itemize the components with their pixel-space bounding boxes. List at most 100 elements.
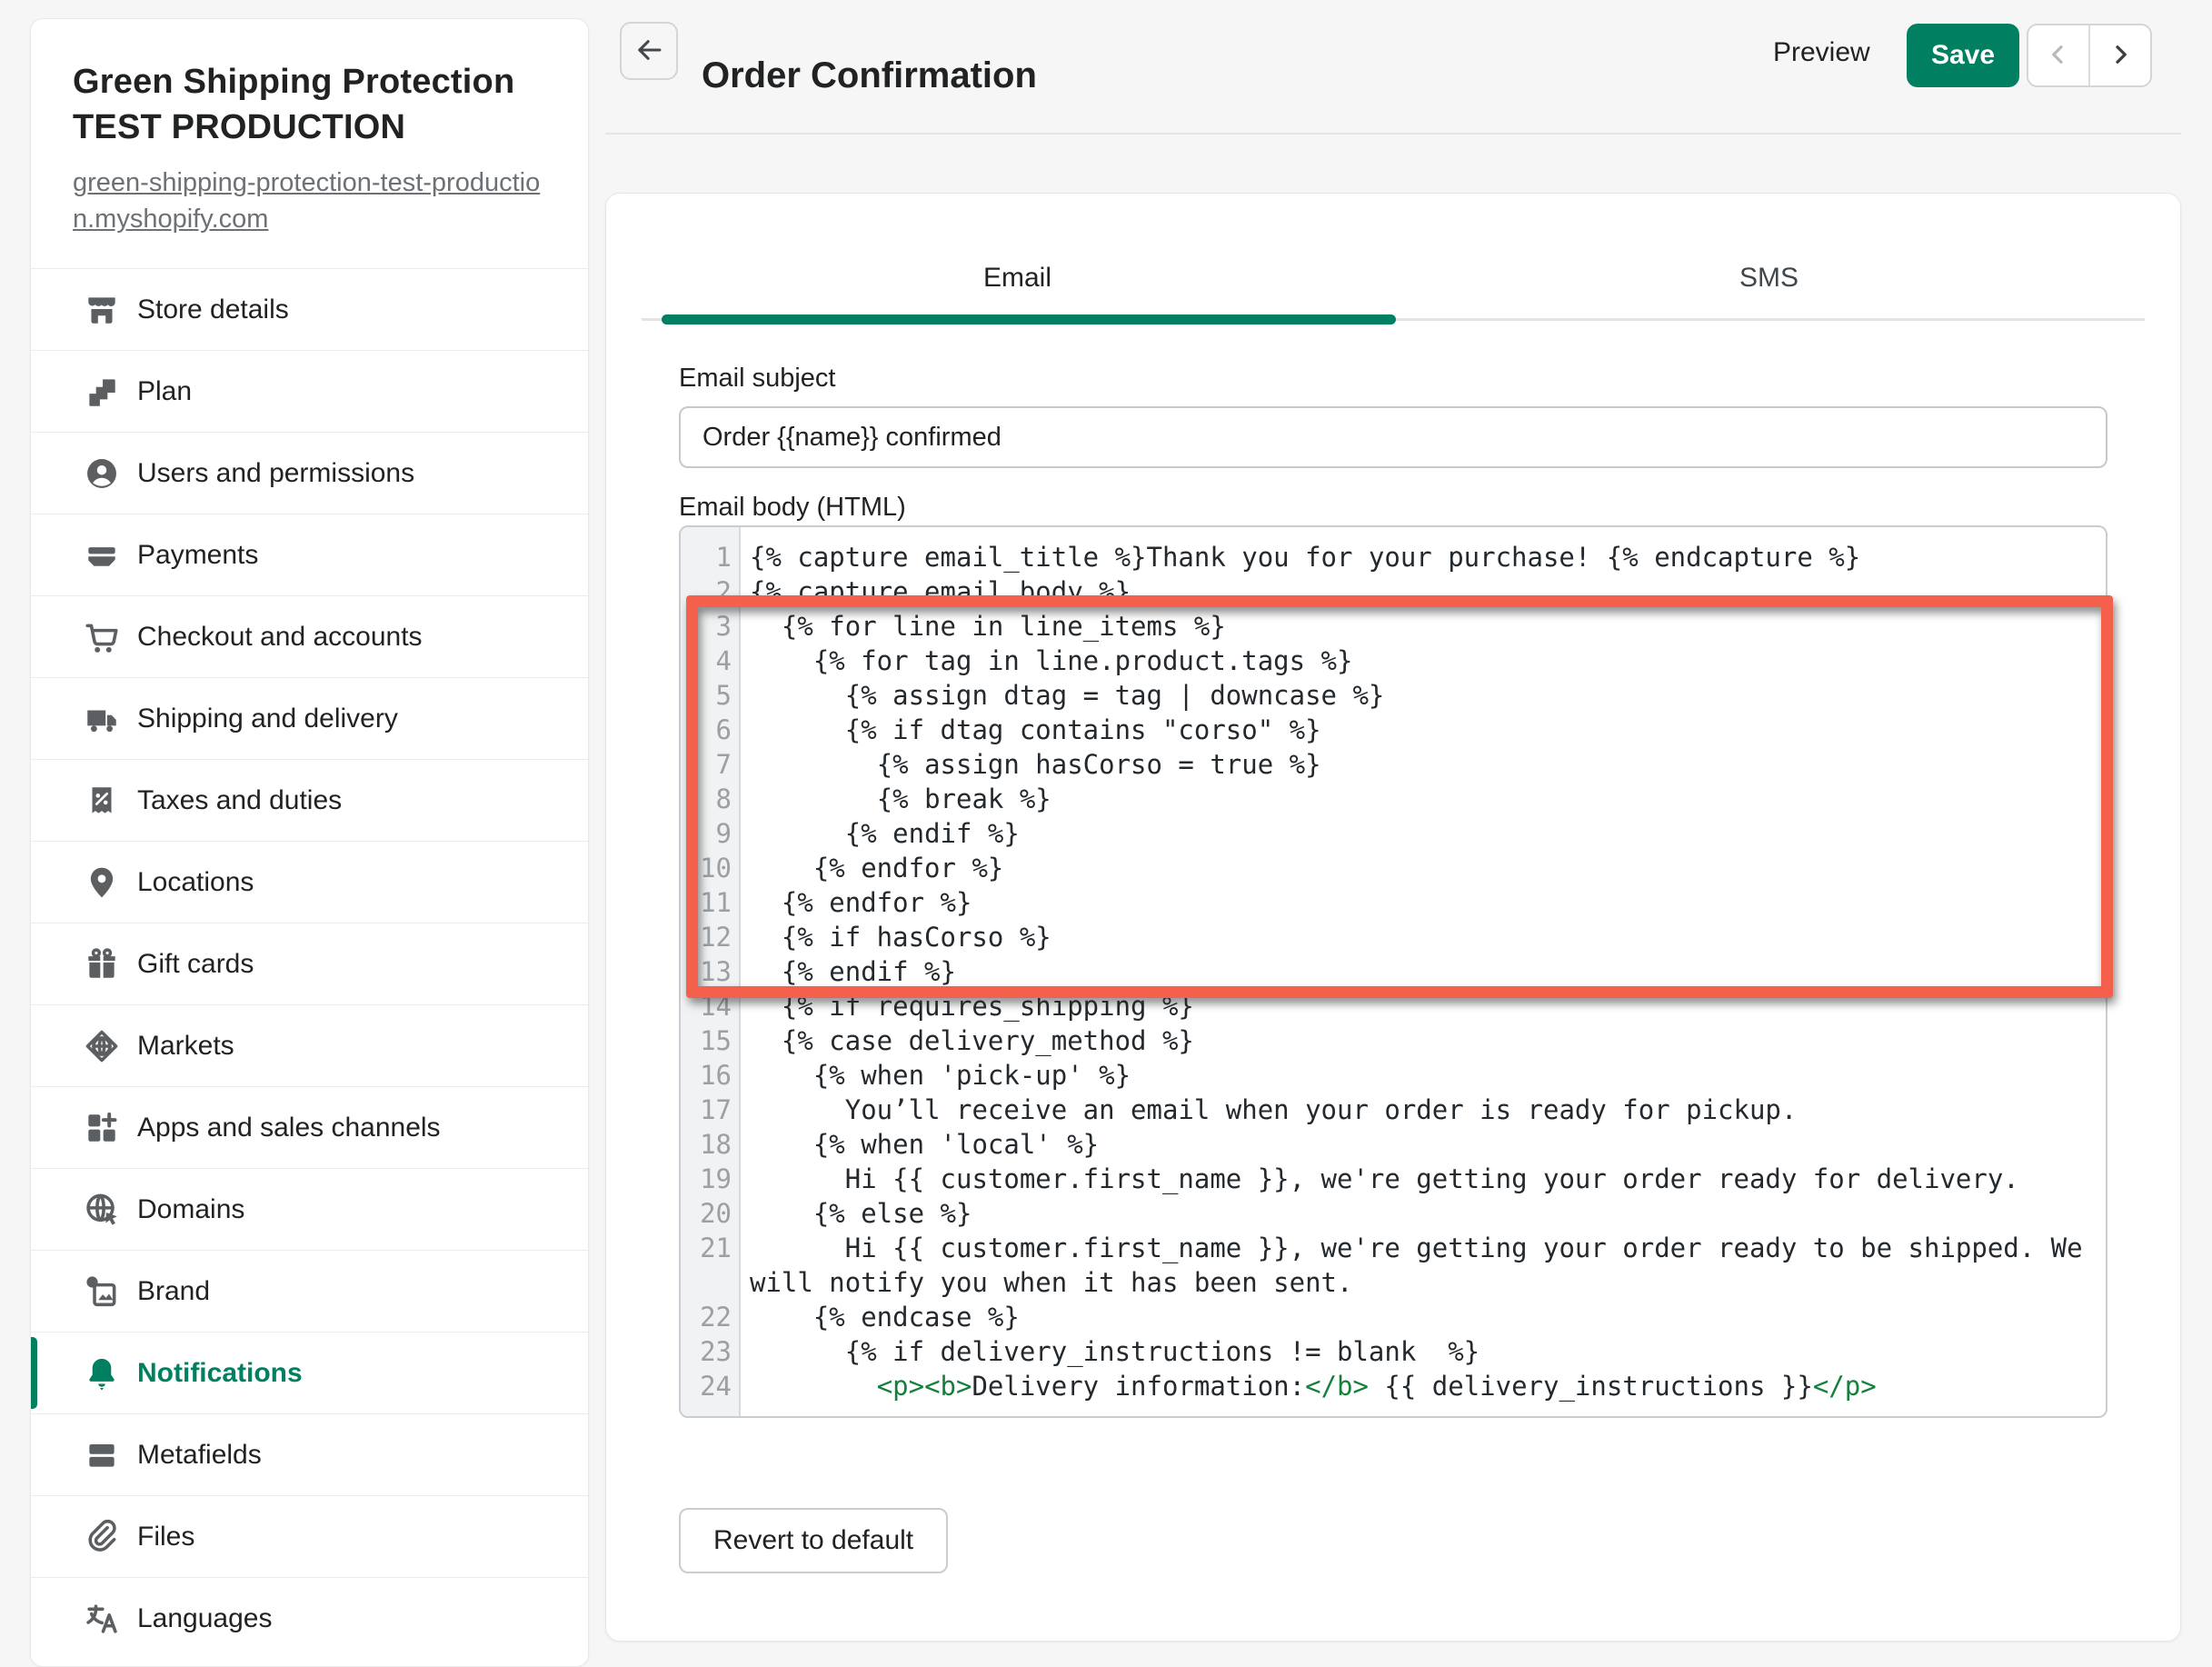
- code-line-16: 16 {% when 'pick-up' %}: [681, 1058, 2106, 1093]
- sidebar-item-label: Payments: [137, 540, 258, 571]
- code-text: Hi {{ customer.first_name }}, we're gett…: [741, 1231, 2106, 1300]
- payments-icon: [81, 534, 123, 576]
- email-subject-label: Email subject: [679, 363, 2107, 394]
- sidebar-item-locations[interactable]: Locations: [31, 841, 588, 923]
- sidebar-item-label: Domains: [137, 1194, 244, 1225]
- next-template-button[interactable]: [2088, 25, 2150, 85]
- sidebar-item-languages[interactable]: Languages: [31, 1577, 588, 1659]
- sidebar-item-shipping-and-delivery[interactable]: Shipping and delivery: [31, 677, 588, 759]
- code-text: {% case delivery_method %}: [741, 1023, 2106, 1058]
- line-number: 2: [681, 574, 741, 609]
- code-line-5: 5 {% assign dtag = tag | downcase %}: [681, 678, 2106, 713]
- line-number: 7: [681, 747, 741, 782]
- sidebar-item-payments[interactable]: Payments: [31, 514, 588, 595]
- sidebar-item-label: Plan: [137, 376, 192, 407]
- code-text: {% endfor %}: [741, 885, 2106, 920]
- sidebar-item-store-details[interactable]: Store details: [31, 268, 588, 350]
- sidebar-item-metafields[interactable]: Metafields: [31, 1413, 588, 1495]
- chevron-left-icon: [2045, 41, 2072, 71]
- line-number: 14: [681, 989, 741, 1023]
- line-number: 12: [681, 920, 741, 954]
- line-number: 9: [681, 816, 741, 851]
- code-text: {% assign hasCorso = true %}: [741, 747, 2106, 782]
- sidebar-item-users-and-permissions[interactable]: Users and permissions: [31, 432, 588, 514]
- code-line-24: 24 <p><b>Delivery information:</b> {{ de…: [681, 1369, 2106, 1403]
- save-button[interactable]: Save: [1907, 24, 2019, 87]
- code-line-2: 2{% capture email_body %}: [681, 574, 2106, 609]
- gift-icon: [81, 943, 123, 985]
- tab-email[interactable]: Email: [642, 263, 1393, 294]
- sidebar-item-apps-and-sales-channels[interactable]: Apps and sales channels: [31, 1086, 588, 1168]
- sidebar-item-label: Metafields: [137, 1440, 262, 1471]
- code-line-14: 14 {% if requires_shipping %}: [681, 989, 2106, 1023]
- sidebar-item-label: Apps and sales channels: [137, 1113, 441, 1143]
- code-text: {% capture email_body %}: [741, 574, 2106, 609]
- sidebar-item-label: Locations: [137, 867, 254, 898]
- code-line-23: 23 {% if delivery_instructions != blank …: [681, 1334, 2106, 1369]
- shopify-notification-settings-page: { "store": { "name": "Green Shipping Pro…: [0, 0, 2212, 1667]
- code-text: {% when 'local' %}: [741, 1127, 2106, 1162]
- sidebar-item-label: Gift cards: [137, 949, 254, 980]
- sidebar-item-notifications[interactable]: Notifications: [31, 1332, 588, 1413]
- line-number: 8: [681, 782, 741, 816]
- chevron-right-icon: [2107, 41, 2134, 71]
- revert-to-default-button[interactable]: Revert to default: [679, 1508, 948, 1573]
- sidebar-item-label: Checkout and accounts: [137, 622, 423, 653]
- line-number: 17: [681, 1093, 741, 1127]
- sidebar-item-domains[interactable]: Domains: [31, 1168, 588, 1250]
- code-text: {% for tag in line.product.tags %}: [741, 644, 2106, 678]
- sidebar-item-markets[interactable]: Markets: [31, 1004, 588, 1086]
- sidebar-item-label: Brand: [137, 1276, 210, 1307]
- code-line-3: 3 {% for line in line_items %}: [681, 609, 2106, 644]
- cart-icon: [81, 616, 123, 658]
- sidebar-item-taxes-and-duties[interactable]: Taxes and duties: [31, 759, 588, 841]
- channel-tabs: Email SMS: [642, 194, 2145, 326]
- code-text: {% assign dtag = tag | downcase %}: [741, 678, 2106, 713]
- code-line-21: 21 Hi {{ customer.first_name }}, we're g…: [681, 1231, 2106, 1300]
- line-number: 13: [681, 954, 741, 989]
- line-number: 6: [681, 713, 741, 747]
- globe-cursor-icon: [81, 1189, 123, 1231]
- back-button[interactable]: [620, 22, 678, 80]
- sidebar-item-plan[interactable]: Plan: [31, 350, 588, 432]
- code-line-1: 1{% capture email_title %}Thank you for …: [681, 540, 2106, 574]
- bell-icon: [81, 1353, 123, 1394]
- image-brand-icon: [81, 1271, 123, 1313]
- previous-template-button[interactable]: [2028, 25, 2088, 85]
- sidebar-item-gift-cards[interactable]: Gift cards: [31, 923, 588, 1004]
- store-icon: [81, 289, 123, 331]
- line-number: 18: [681, 1127, 741, 1162]
- tab-sms[interactable]: SMS: [1393, 263, 2145, 294]
- email-subject-input[interactable]: [679, 406, 2107, 468]
- preview-button[interactable]: Preview: [1768, 36, 1876, 69]
- sidebar-item-label: Store details: [137, 294, 289, 325]
- line-number: 24: [681, 1369, 741, 1403]
- metafields-icon: [81, 1434, 123, 1476]
- sidebar-item-brand[interactable]: Brand: [31, 1250, 588, 1332]
- code-text: {% endfor %}: [741, 851, 2106, 885]
- code-text: {% else %}: [741, 1196, 2106, 1231]
- email-body-code-editor[interactable]: 1{% capture email_title %}Thank you for …: [679, 525, 2107, 1418]
- line-number: 16: [681, 1058, 741, 1093]
- receipt-percent-icon: [81, 780, 123, 822]
- sidebar-nav: Store details Plan Users and permissions Pa…: [31, 268, 588, 1659]
- code-line-15: 15 {% case delivery_method %}: [681, 1023, 2106, 1058]
- store-name: Green Shipping Protection TEST PRODUCTIO…: [73, 59, 561, 150]
- store-domain-link[interactable]: green-shipping-protection-test-productio…: [73, 165, 561, 237]
- code-line-13: 13 {% endif %}: [681, 954, 2106, 989]
- sidebar-item-files[interactable]: Files: [31, 1495, 588, 1577]
- code-text: <p><b>Delivery information:</b> {{ deliv…: [741, 1369, 2106, 1403]
- code-line-8: 8 {% break %}: [681, 782, 2106, 816]
- sidebar-item-checkout-and-accounts[interactable]: Checkout and accounts: [31, 595, 588, 677]
- line-number: 3: [681, 609, 741, 644]
- code-line-10: 10 {% endfor %}: [681, 851, 2106, 885]
- line-number: 11: [681, 885, 741, 920]
- location-pin-icon: [81, 862, 123, 903]
- truck-icon: [81, 698, 123, 740]
- code-line-22: 22 {% endcase %}: [681, 1300, 2106, 1334]
- code-line-4: 4 {% for tag in line.product.tags %}: [681, 644, 2106, 678]
- header-divider: [605, 133, 2181, 135]
- code-lines: 1{% capture email_title %}Thank you for …: [681, 540, 2106, 1403]
- code-line-17: 17 You’ll receive an email when your ord…: [681, 1093, 2106, 1127]
- page-title: Order Confirmation: [702, 55, 1037, 96]
